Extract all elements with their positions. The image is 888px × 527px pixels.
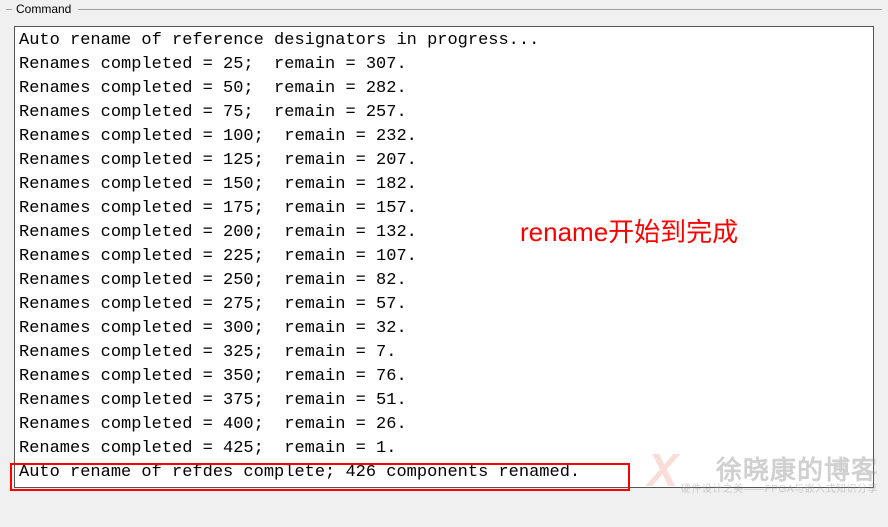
log-text: Auto rename of reference designators in … bbox=[15, 27, 873, 487]
panel-title: Command bbox=[12, 2, 75, 16]
divider bbox=[78, 9, 882, 10]
command-log[interactable]: Auto rename of reference designators in … bbox=[14, 26, 874, 488]
